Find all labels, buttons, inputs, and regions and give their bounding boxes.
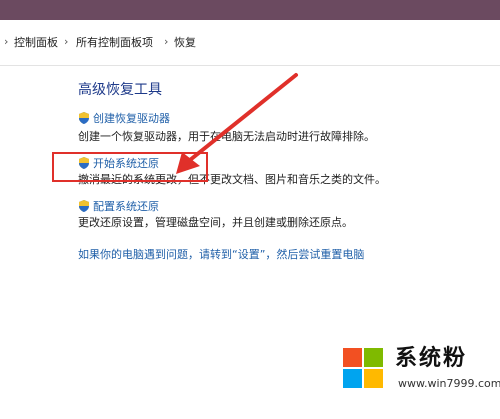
breadcrumb-item-recovery[interactable]: 恢复 <box>174 37 196 49</box>
chevron-right-icon[interactable]: › <box>64 36 68 48</box>
title-bar <box>0 0 500 20</box>
configure-system-restore-description: 更改还原设置，管理磁盘空间，并且创建或删除还原点。 <box>78 216 353 229</box>
chevron-right-icon[interactable]: › <box>4 36 8 48</box>
windows-logo-icon <box>343 348 383 388</box>
reset-pc-help-link[interactable]: 如果你的电脑遇到问题，请转到“设置”，然后尝试重置电脑 <box>78 249 364 261</box>
create-recovery-drive-description: 创建一个恢复驱动器，用于在电脑无法启动时进行故障排除。 <box>78 130 375 143</box>
page-title: 高级恢复工具 <box>78 82 162 98</box>
control-panel-window: › 控制面板 › 所有控制面板项 › 恢复 高级恢复工具 创建恢复驱动器 创建一… <box>0 0 500 419</box>
uac-shield-icon <box>79 200 89 212</box>
configure-system-restore-link[interactable]: 配置系统还原 <box>93 201 159 213</box>
breadcrumb-item-all-items[interactable]: 所有控制面板项 <box>76 37 153 49</box>
watermark-site-name: 系统粉 <box>395 346 468 371</box>
watermark-url: www.win7999.com <box>398 377 500 390</box>
uac-shield-icon <box>79 112 89 124</box>
highlight-box <box>52 152 208 182</box>
create-recovery-drive-link[interactable]: 创建恢复驱动器 <box>93 113 170 125</box>
breadcrumb-item-control-panel[interactable]: 控制面板 <box>14 37 58 49</box>
breadcrumb: › 控制面板 › 所有控制面板项 › 恢复 <box>0 22 500 66</box>
chevron-right-icon[interactable]: › <box>164 36 168 48</box>
